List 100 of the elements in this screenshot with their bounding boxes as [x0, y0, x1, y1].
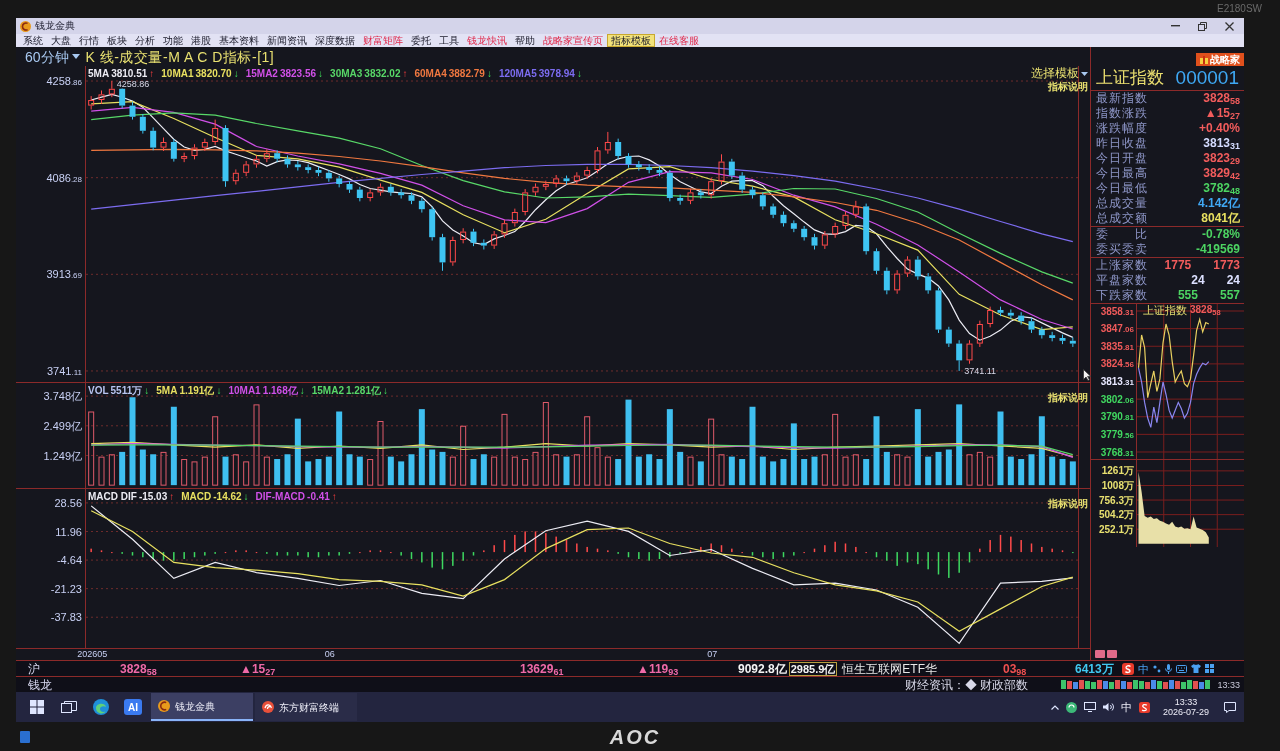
task-view-icon[interactable]: [61, 701, 77, 713]
volume-bar: [966, 454, 973, 486]
menu-item[interactable]: 财富矩阵: [359, 34, 407, 47]
trend-arrow: ↑: [402, 68, 408, 79]
indicator-help-link[interactable]: 指标说明: [1048, 498, 1088, 509]
axis-label: 252.1万: [1098, 523, 1134, 535]
menu-item[interactable]: 新闻资讯: [263, 34, 311, 47]
quote-label: 委 比: [1096, 228, 1148, 241]
date-label: 202605: [77, 649, 108, 659]
chevron-up-icon[interactable]: [1050, 704, 1059, 710]
histogram-bar: [100, 550, 103, 553]
taskbar-app[interactable]: 东方财富终端: [255, 693, 357, 721]
menu-item[interactable]: 工具: [435, 34, 463, 47]
quote-label: 上涨家数: [1096, 259, 1148, 272]
volume-bar: [429, 449, 436, 486]
axis-label: -37.83: [50, 611, 82, 624]
volume-bar: [739, 459, 746, 486]
ime-logo-icon[interactable]: [1138, 701, 1150, 713]
period-dropdown[interactable]: 60分钟: [25, 48, 80, 65]
candle: [832, 222, 839, 239]
axis-label: 1.249亿: [43, 449, 82, 462]
menu-item[interactable]: 深度数据: [311, 34, 359, 47]
volume-bar: [925, 456, 932, 486]
browser-icon[interactable]: [93, 699, 109, 715]
volume-bar: [770, 461, 777, 486]
candle: [739, 171, 746, 194]
restore-icon[interactable]: [1198, 21, 1207, 31]
indicator-help-link[interactable]: 指标说明: [1048, 392, 1088, 403]
histogram-bar: [751, 552, 754, 556]
volume-bar: [987, 456, 994, 486]
volume-bar: [656, 459, 663, 486]
tab-tile-icon[interactable]: [1095, 650, 1105, 658]
close-icon[interactable]: [1225, 21, 1234, 31]
menu-item[interactable]: 帮助: [511, 34, 539, 47]
legend-label: 10MA1: [228, 385, 261, 396]
menu-item[interactable]: 委托: [407, 34, 435, 47]
quote-value: 24: [1191, 274, 1205, 287]
shirt-icon[interactable]: [1191, 664, 1201, 673]
taskbar-app[interactable]: 钱龙金典: [151, 693, 253, 721]
volume-bar: [1049, 456, 1056, 486]
menu-item[interactable]: 系统: [19, 34, 47, 47]
candle: [170, 138, 177, 163]
menu-item[interactable]: 功能: [159, 34, 187, 47]
windows-logo-icon[interactable]: [30, 700, 44, 714]
trend-arrow: ↓: [144, 385, 150, 396]
punctuation-icon[interactable]: [1153, 664, 1161, 673]
menu-item[interactable]: 港股: [187, 34, 215, 47]
menu-item[interactable]: 分析: [131, 34, 159, 47]
menu-item[interactable]: 钱龙快讯: [463, 34, 511, 47]
speaker-icon[interactable]: [1102, 702, 1114, 712]
candle: [584, 166, 591, 180]
ai-app-button[interactable]: AI: [124, 699, 142, 715]
minimize-icon[interactable]: [1171, 25, 1180, 27]
axis-label: 1261万: [1101, 465, 1134, 477]
grid-icon[interactable]: [1205, 664, 1214, 673]
candle: [914, 255, 921, 281]
candle: [129, 101, 136, 121]
ime-mode-label[interactable]: 中: [1120, 701, 1132, 713]
keyboard-icon[interactable]: [1176, 664, 1187, 673]
tab-tile-icon[interactable]: [1107, 650, 1117, 658]
volume-bar: [677, 451, 684, 486]
menu-item[interactable]: 板块: [103, 34, 131, 47]
menu-item[interactable]: 在线客服: [655, 34, 703, 47]
notification-icon[interactable]: [1224, 701, 1236, 713]
sync-icon[interactable]: [1065, 701, 1077, 713]
histogram-bar: [286, 552, 289, 556]
taskbar-time[interactable]: 13:33: [1174, 697, 1198, 707]
menu-item[interactable]: 基本资料: [215, 34, 263, 47]
candle: [604, 131, 611, 155]
histogram-bar: [906, 552, 909, 563]
status-clock: 13:33: [1217, 679, 1240, 690]
axis-label: 3741.11: [47, 365, 82, 379]
last-price: 3828$_{58}$: [1190, 304, 1221, 316]
candle: [987, 306, 994, 328]
menu-item[interactable]: 大盘: [47, 34, 75, 47]
menu-item[interactable]: 指标模板: [607, 34, 655, 47]
chart-title: K 线-成交量-M A C D指标-[1]: [85, 48, 275, 65]
promo-button[interactable]: 战略家: [1196, 53, 1244, 66]
candle: [108, 80, 115, 98]
monitor-model-label: E2180SW: [1216, 3, 1262, 15]
network-icon[interactable]: [1083, 702, 1096, 712]
menu-item[interactable]: 战略家宣传页: [539, 34, 607, 47]
quote-value: 3828$_{58}$: [1203, 92, 1240, 105]
candle: [894, 269, 901, 295]
candle: [873, 247, 880, 275]
axis-label: -21.23: [50, 582, 82, 595]
axis-label: 11.96: [55, 525, 82, 538]
candle: [315, 166, 322, 177]
candle: [294, 160, 301, 172]
axis-label: 3813.31: [1100, 376, 1134, 388]
ticker-name: 恒生互联网ETF华: [842, 661, 938, 676]
menu-item[interactable]: 行情: [75, 34, 103, 47]
microphone-icon[interactable]: [1165, 663, 1172, 674]
volume-bar: [439, 451, 446, 486]
taskbar-date[interactable]: 2026-07-29: [1162, 707, 1209, 717]
ime-logo-icon[interactable]: [1122, 662, 1134, 675]
template-dropdown[interactable]: 选择模板: [1031, 67, 1088, 80]
legend-value: 1.168亿: [262, 385, 298, 396]
indicator-help-link[interactable]: 指标说明: [1048, 81, 1088, 92]
ime-mode-label[interactable]: 中: [1138, 662, 1149, 675]
